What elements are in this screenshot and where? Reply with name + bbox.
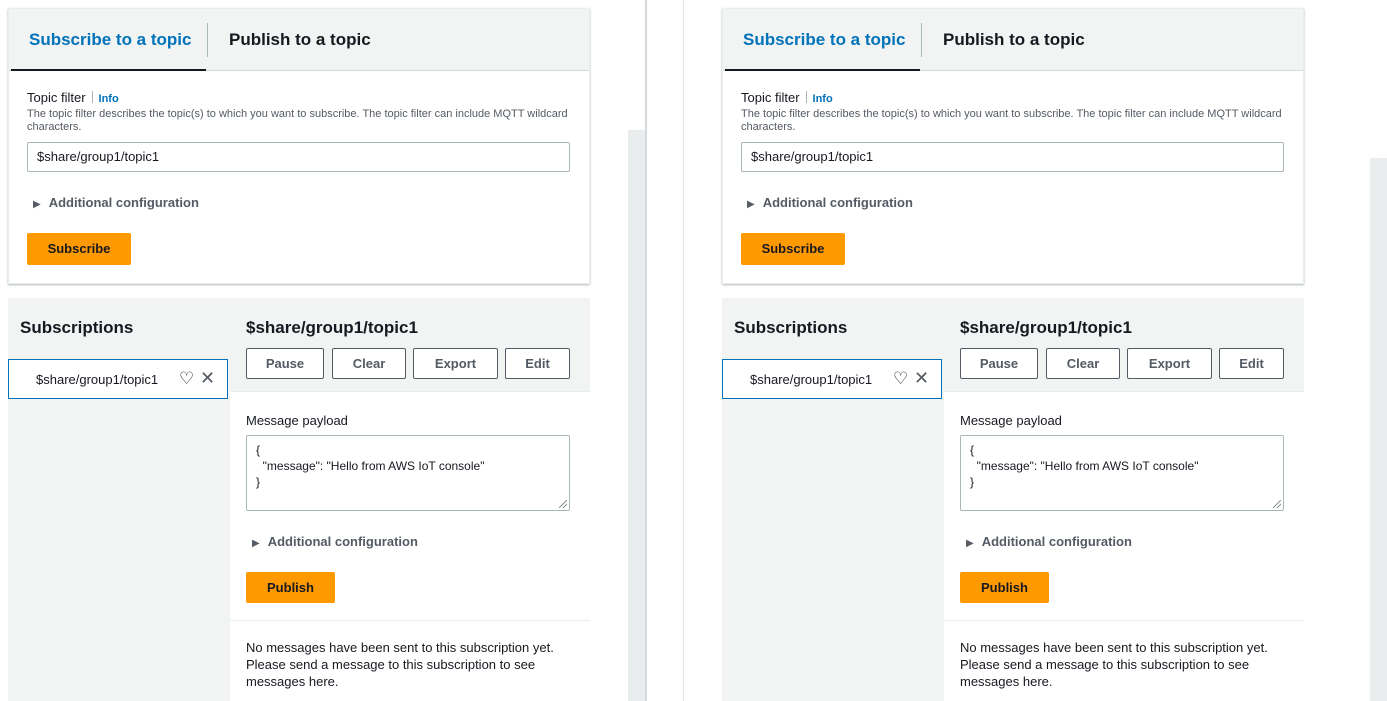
- subscribe-card: Subscribe to a topic Publish to a topic …: [722, 8, 1304, 284]
- info-link[interactable]: Info: [99, 93, 119, 105]
- heart-outline-icon[interactable]: ♡: [179, 369, 194, 389]
- label-divider: [91, 91, 93, 103]
- close-icon[interactable]: ✕: [200, 368, 215, 388]
- export-button[interactable]: Export: [413, 348, 498, 379]
- subscription-detail: $share/group1/topic1 Pause Clear Export …: [944, 298, 1304, 701]
- close-icon[interactable]: ✕: [914, 368, 929, 388]
- subscriptions-title: Subscriptions: [734, 318, 848, 337]
- detail-title: $share/group1/topic1: [960, 318, 1132, 337]
- topic-filter-label: Topic filter Info: [741, 90, 833, 105]
- subscription-item[interactable]: $share/group1/topic1 ♡ ✕: [722, 359, 942, 399]
- triangle-right-icon: ▶: [33, 199, 41, 210]
- topic-filter-input[interactable]: $share/group1/topic1: [27, 142, 570, 172]
- subscription-item-label: $share/group1/topic1: [750, 372, 873, 387]
- export-button[interactable]: Export: [1127, 348, 1212, 379]
- subscribe-card: Subscribe to a topic Publish to a topic …: [8, 8, 590, 284]
- heart-outline-icon[interactable]: ♡: [893, 369, 908, 389]
- clear-button[interactable]: Clear: [1046, 348, 1120, 379]
- publish-additional-configuration-toggle[interactable]: ▶ Additional configuration: [252, 534, 418, 549]
- label-divider: [805, 91, 807, 103]
- mqtt-client-pane-left: Subscribe to a topic Publish to a topic …: [0, 0, 645, 701]
- publish-additional-configuration-label: Additional configuration: [267, 534, 418, 549]
- publish-button[interactable]: Publish: [246, 572, 335, 603]
- pause-button[interactable]: Pause: [960, 348, 1038, 379]
- publish-additional-configuration-label: Additional configuration: [981, 534, 1132, 549]
- info-link[interactable]: Info: [813, 93, 833, 105]
- topic-filter-label-text: Topic filter: [741, 90, 800, 105]
- additional-configuration-label: Additional configuration: [762, 195, 913, 210]
- tab-separator: [207, 23, 208, 57]
- triangle-right-icon: ▶: [252, 538, 260, 549]
- edit-button[interactable]: Edit: [1219, 348, 1284, 379]
- triangle-right-icon: ▶: [966, 538, 974, 549]
- active-tab-indicator: [11, 69, 206, 71]
- subscriptions-title: Subscriptions: [20, 318, 134, 337]
- clear-button[interactable]: Clear: [332, 348, 406, 379]
- message-payload-label: Message payload: [246, 413, 348, 428]
- mqtt-client-pane-right: Subscribe to a topic Publish to a topic …: [714, 0, 1359, 701]
- pane-gap: [647, 0, 683, 701]
- additional-configuration-toggle[interactable]: ▶ Additional configuration: [33, 195, 199, 210]
- resize-grip-icon[interactable]: [1273, 500, 1281, 508]
- subscription-item[interactable]: $share/group1/topic1 ♡ ✕: [8, 359, 228, 399]
- scrollbar-track[interactable]: [1370, 158, 1387, 701]
- no-messages-text: No messages have been sent to this subsc…: [246, 640, 554, 689]
- tab-bar: Subscribe to a topic Publish to a topic: [9, 9, 589, 71]
- tab-bar: Subscribe to a topic Publish to a topic: [723, 9, 1303, 71]
- subscription-item-label: $share/group1/topic1: [36, 372, 159, 387]
- no-messages-text: No messages have been sent to this subsc…: [960, 640, 1268, 689]
- pane-gap-line: [683, 0, 684, 701]
- message-payload-text: { "message": "Hello from AWS IoT console…: [970, 443, 1199, 489]
- subscribe-button[interactable]: Subscribe: [27, 233, 131, 265]
- message-payload-text: { "message": "Hello from AWS IoT console…: [256, 443, 485, 489]
- message-payload-label: Message payload: [960, 413, 1062, 428]
- resize-grip-icon[interactable]: [559, 500, 567, 508]
- pause-button[interactable]: Pause: [246, 348, 324, 379]
- detail-divider: [230, 620, 590, 621]
- publish-button[interactable]: Publish: [960, 572, 1049, 603]
- topic-filter-description: The topic filter describes the topic(s) …: [741, 108, 1282, 133]
- scrollbar-track[interactable]: [628, 130, 645, 701]
- topic-filter-input[interactable]: $share/group1/topic1: [741, 142, 1284, 172]
- topic-filter-label-text: Topic filter: [27, 90, 86, 105]
- message-payload-textarea[interactable]: { "message": "Hello from AWS IoT console…: [960, 435, 1284, 511]
- triangle-right-icon: ▶: [747, 199, 755, 210]
- additional-configuration-label: Additional configuration: [48, 195, 199, 210]
- topic-filter-description: The topic filter describes the topic(s) …: [27, 108, 568, 133]
- detail-title: $share/group1/topic1: [246, 318, 418, 337]
- detail-divider: [944, 620, 1304, 621]
- topic-filter-label: Topic filter Info: [27, 90, 119, 105]
- message-payload-textarea[interactable]: { "message": "Hello from AWS IoT console…: [246, 435, 570, 511]
- tab-publish[interactable]: Publish to a topic: [943, 9, 1085, 71]
- tab-separator: [921, 23, 922, 57]
- tab-subscribe[interactable]: Subscribe to a topic: [29, 9, 191, 71]
- subscribe-button[interactable]: Subscribe: [741, 233, 845, 265]
- additional-configuration-toggle[interactable]: ▶ Additional configuration: [747, 195, 913, 210]
- publish-additional-configuration-toggle[interactable]: ▶ Additional configuration: [966, 534, 1132, 549]
- active-tab-indicator: [725, 69, 920, 71]
- tab-publish[interactable]: Publish to a topic: [229, 9, 371, 71]
- subscription-detail: $share/group1/topic1 Pause Clear Export …: [230, 298, 590, 701]
- edit-button[interactable]: Edit: [505, 348, 570, 379]
- tab-subscribe[interactable]: Subscribe to a topic: [743, 9, 905, 71]
